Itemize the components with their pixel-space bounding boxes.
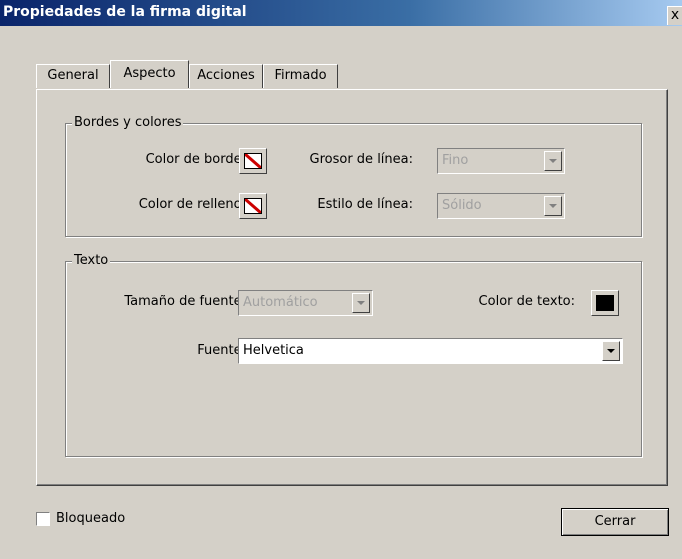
border-color-picker[interactable] [239, 148, 267, 174]
locked-label[interactable]: Bloqueado [56, 511, 125, 526]
font-select[interactable]: Helvetica [238, 338, 623, 364]
locked-checkbox[interactable] [36, 512, 50, 526]
text-color-label: Color de texto: [478, 294, 575, 309]
fill-color-picker[interactable] [239, 193, 267, 219]
line-width-value: Fino [442, 153, 469, 168]
tab-panel-aspecto: Bordes y colores Color de borde: Color d… [36, 89, 668, 486]
close-button[interactable]: Cerrar [561, 508, 669, 536]
chevron-down-icon[interactable] [352, 293, 370, 313]
close-icon: x [670, 7, 680, 23]
tab-aspecto[interactable]: Aspecto [110, 60, 189, 88]
title-bar: Propiedades de la firma digital x [0, 0, 682, 26]
borders-colors-group: Bordes y colores Color de borde: Color d… [65, 115, 642, 237]
tab-general-label: General [47, 68, 99, 83]
text-legend: Texto [72, 253, 111, 268]
text-color-picker[interactable] [591, 290, 619, 316]
line-style-value: Sólido [442, 198, 482, 213]
chevron-down-icon[interactable] [602, 341, 620, 361]
chevron-down-icon[interactable] [544, 196, 562, 216]
font-size-value: Automático [243, 295, 318, 310]
border-color-label: Color de borde: [145, 152, 246, 167]
text-group: Texto Tamaño de fuente: Automático Color… [65, 253, 642, 457]
no-color-icon [244, 198, 262, 214]
tab-acciones[interactable]: Acciones [189, 64, 263, 88]
line-width-label: Grosor de línea: [309, 152, 413, 167]
tab-general[interactable]: General [36, 64, 110, 88]
font-value: Helvetica [243, 343, 304, 358]
text-color-swatch [596, 295, 614, 311]
line-style-label: Estilo de línea: [317, 197, 413, 212]
no-color-icon [244, 153, 262, 169]
fill-color-label: Color de relleno: [138, 197, 246, 212]
chevron-down-icon[interactable] [544, 151, 562, 171]
window-title: Propiedades de la firma digital [3, 4, 247, 20]
tab-aspecto-label: Aspecto [123, 66, 176, 81]
tab-acciones-label: Acciones [197, 68, 255, 83]
close-button-label: Cerrar [594, 514, 636, 529]
font-size-select[interactable]: Automático [238, 290, 373, 316]
close-window-button[interactable]: x [667, 6, 682, 25]
line-style-select[interactable]: Sólido [437, 193, 565, 219]
line-width-select[interactable]: Fino [437, 148, 565, 174]
font-size-label: Tamaño de fuente: [124, 294, 246, 309]
borders-colors-legend: Bordes y colores [72, 115, 184, 130]
tab-firmado-label: Firmado [274, 68, 327, 83]
tab-firmado[interactable]: Firmado [263, 64, 338, 88]
